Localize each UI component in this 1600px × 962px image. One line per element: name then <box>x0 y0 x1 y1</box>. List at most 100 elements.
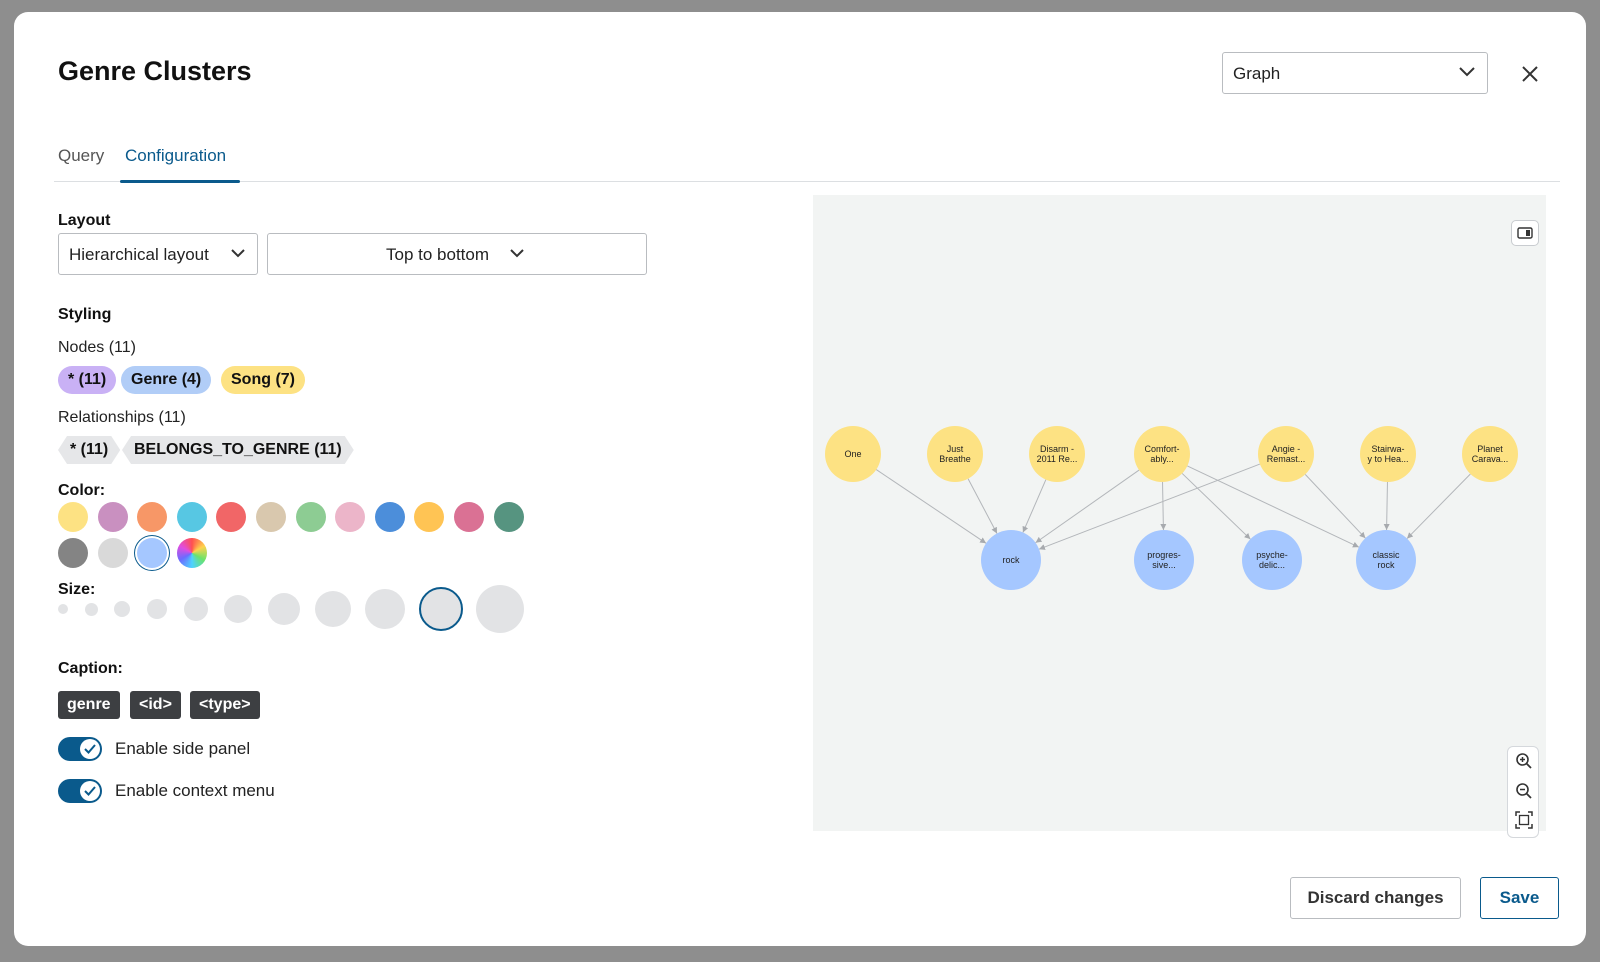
side-panel-label: Enable side panel <box>115 739 251 758</box>
svg-text:One: One <box>844 449 861 459</box>
tab-query[interactable]: Query <box>58 146 104 166</box>
song-node[interactable]: Disarm -2011 Re... <box>1029 426 1085 482</box>
modal-title: Genre Clusters <box>58 56 252 86</box>
color-swatch[interactable] <box>256 502 286 532</box>
chevron-down-icon <box>231 249 245 258</box>
relationship-chip-belongs-to-genre[interactable]: BELONGS_TO_GENRE (11) <box>122 436 354 464</box>
node-label-chip-genre[interactable]: Genre (4) <box>121 366 212 394</box>
side-panel-toggle[interactable] <box>58 737 102 761</box>
relationships-count-label: Relationships (11) <box>58 409 186 426</box>
tab-bar: Query Configuration <box>54 132 1560 183</box>
node-label-chip-song[interactable]: Song (7) <box>221 366 305 394</box>
relationship-edge[interactable] <box>1304 474 1366 539</box>
relationship-edge[interactable] <box>1181 473 1251 540</box>
context-menu-toggle[interactable] <box>58 779 102 803</box>
fit-view-button[interactable] <box>1513 809 1535 831</box>
check-icon <box>84 744 96 754</box>
graph-canvas[interactable]: One Just Breathe Disarm -2011 Re... Comfort-… <box>813 195 1546 831</box>
color-swatch[interactable] <box>58 502 88 532</box>
toggle-knob <box>80 781 100 801</box>
size-option[interactable] <box>224 595 252 623</box>
discard-changes-button[interactable]: Discard changes <box>1290 877 1461 919</box>
size-option[interactable] <box>114 601 130 617</box>
relationship-edge[interactable] <box>1383 481 1390 531</box>
size-option[interactable] <box>419 587 463 631</box>
toggle-knob <box>80 739 100 759</box>
active-tab-indicator <box>120 180 240 183</box>
color-swatch[interactable] <box>454 502 484 532</box>
layout-algorithm-select[interactable]: Hierarchical layout <box>58 233 258 275</box>
save-button[interactable]: Save <box>1480 877 1559 919</box>
context-menu-label: Enable context menu <box>115 781 275 800</box>
genre-node[interactable]: progres-sive... <box>1134 530 1194 590</box>
layout-algorithm-value: Hierarchical layout <box>69 245 209 264</box>
relationship-edge[interactable] <box>1406 473 1471 539</box>
nodes-count-label: Nodes (11) <box>58 339 136 356</box>
color-swatch[interactable] <box>295 502 326 532</box>
song-node[interactable]: Stairwa-y to Hea... <box>1360 426 1416 482</box>
color-swatch[interactable] <box>137 538 168 568</box>
genre-node[interactable]: psyche-delic... <box>1242 530 1302 590</box>
song-node[interactable]: Planet Carava... <box>1462 426 1518 482</box>
color-swatch[interactable] <box>493 502 524 532</box>
svg-text:psyche-delic...: psyche-delic... <box>1256 550 1288 570</box>
genre-node[interactable]: rock <box>981 530 1041 590</box>
relationship-edge[interactable] <box>1022 479 1047 533</box>
relationship-edge[interactable] <box>1160 481 1167 531</box>
size-option[interactable] <box>315 591 351 627</box>
caption-chip-id[interactable]: <id> <box>130 691 181 719</box>
size-option[interactable] <box>84 602 98 616</box>
size-option[interactable] <box>58 604 68 614</box>
view-type-select[interactable]: Graph <box>1222 52 1488 94</box>
color-swatch[interactable] <box>176 502 207 532</box>
panel-icon <box>1517 227 1533 239</box>
graph-preview[interactable]: One Just Breathe Disarm -2011 Re... Comfort-… <box>813 195 1546 831</box>
color-swatch[interactable] <box>216 502 247 532</box>
color-swatch[interactable] <box>97 502 128 532</box>
svg-text:progres-sive...: progres-sive... <box>1147 550 1181 570</box>
song-node[interactable]: Just Breathe <box>927 426 983 482</box>
caption-chip-genre[interactable]: genre <box>58 691 120 719</box>
svg-text:Disarm -2011 Re...: Disarm -2011 Re... <box>1037 444 1078 464</box>
view-type-value: Graph <box>1233 64 1281 83</box>
zoom-in-button[interactable] <box>1513 750 1535 772</box>
genre-node[interactable]: classic rock <box>1356 530 1416 590</box>
color-swatch[interactable] <box>137 502 168 532</box>
size-option[interactable] <box>184 597 208 621</box>
relationship-chip-all[interactable]: * (11) <box>58 436 120 464</box>
zoom-out-button[interactable] <box>1513 780 1535 802</box>
relationship-edge[interactable] <box>967 478 998 534</box>
side-panel-toggle-button[interactable] <box>1511 220 1539 246</box>
color-label: Color: <box>58 482 106 499</box>
layout-direction-select[interactable]: Top to bottom <box>267 233 647 275</box>
song-node[interactable]: Angie -Remast... <box>1258 426 1314 482</box>
chevron-down-icon <box>510 249 524 258</box>
node-label-chip-all[interactable]: * (11) <box>58 366 117 394</box>
song-node[interactable]: Comfort-ably... <box>1134 426 1190 482</box>
size-option[interactable] <box>476 585 524 633</box>
caption-chip-type[interactable]: <type> <box>190 691 260 719</box>
color-swatch[interactable] <box>374 502 405 532</box>
config-modal: Genre Clusters Graph Query Configuration… <box>14 12 1586 946</box>
zoom-in-icon <box>1516 753 1532 769</box>
color-swatch[interactable] <box>97 538 128 568</box>
close-button[interactable] <box>1516 60 1544 88</box>
size-option[interactable] <box>365 589 405 629</box>
zoom-out-icon <box>1516 783 1532 799</box>
song-node[interactable]: One <box>825 426 881 482</box>
size-option[interactable] <box>268 593 300 625</box>
layout-direction-value: Top to bottom <box>386 245 490 264</box>
svg-text:Angie -Remast...: Angie -Remast... <box>1267 444 1306 464</box>
color-swatch[interactable] <box>414 502 445 532</box>
color-swatch[interactable] <box>335 502 366 532</box>
chevron-down-icon <box>1459 67 1475 77</box>
size-label: Size: <box>58 581 96 598</box>
svg-text:rock: rock <box>1002 555 1020 565</box>
custom-color-swatch[interactable] <box>176 538 207 568</box>
tab-configuration[interactable]: Configuration <box>125 146 226 166</box>
layout-label: Layout <box>58 212 111 229</box>
size-option[interactable] <box>147 599 167 619</box>
zoom-controls <box>1507 746 1539 838</box>
fit-to-screen-icon <box>1515 811 1533 829</box>
color-swatch[interactable] <box>58 538 88 568</box>
